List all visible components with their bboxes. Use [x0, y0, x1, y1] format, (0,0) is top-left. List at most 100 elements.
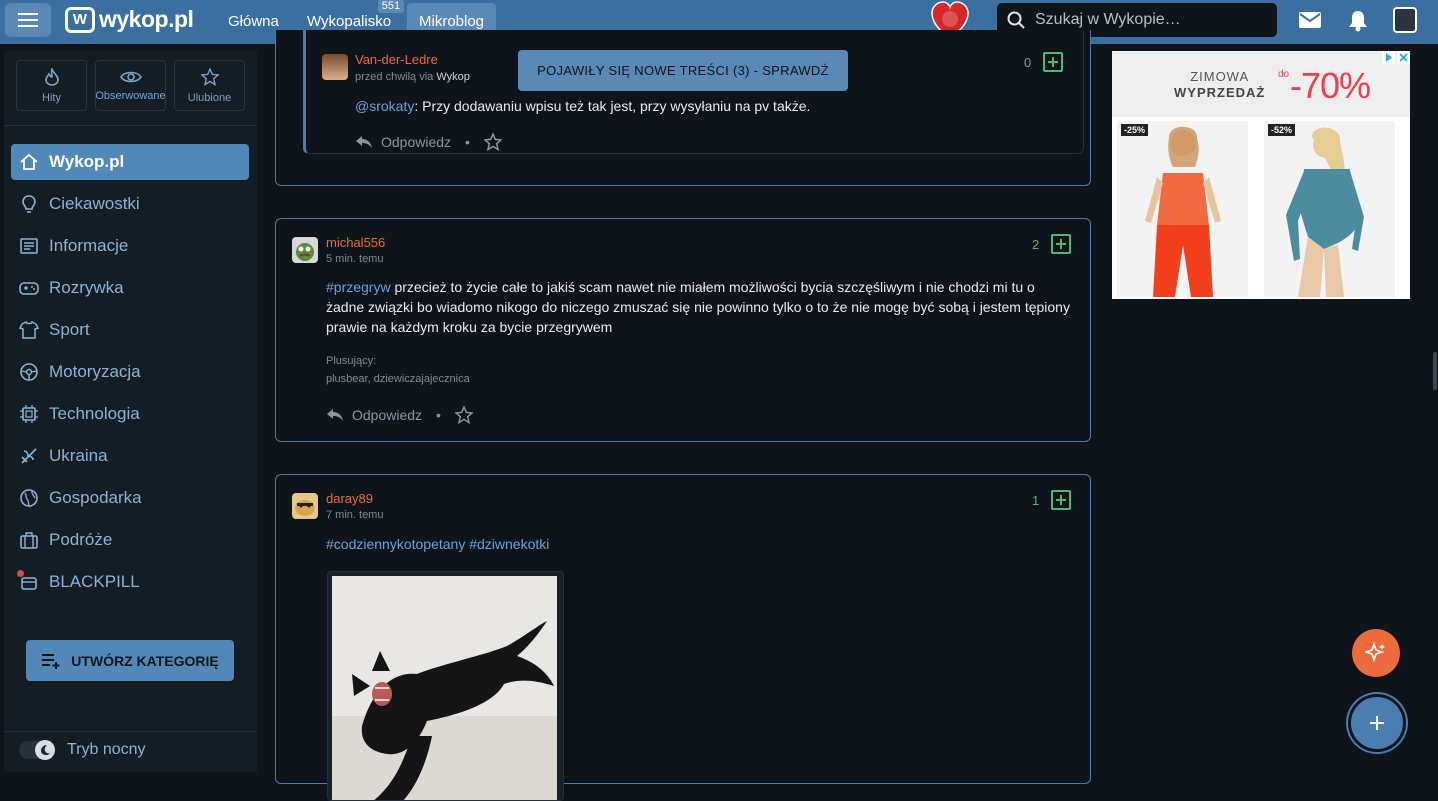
- entry-meta: przed chwilą via Wykop: [355, 71, 470, 83]
- reply-comment: Van-der-Ledre przed chwilą via Wykop 0 @…: [303, 30, 1084, 154]
- toggle-switch[interactable]: [19, 740, 55, 760]
- chip-icon: [20, 405, 38, 423]
- quick-tabs: Hity Obserwowane Ulubione: [16, 60, 245, 111]
- sidebar-item-label: BLACKPILL: [49, 572, 140, 591]
- bell-icon[interactable]: [1348, 10, 1368, 32]
- star-icon: [200, 67, 219, 86]
- sparkle-icon: [1365, 642, 1385, 663]
- logo-text: wykop.pl: [99, 6, 194, 32]
- notification-dot: [17, 570, 24, 577]
- new-content-banner[interactable]: POJAWIŁY SIĘ NOWE TREŚCI (3) - SPRAWDŹ: [518, 50, 848, 91]
- entry-body: @srokaty: Przy dodawaniu wpisu też tak j…: [355, 96, 1075, 116]
- ad-product-photo[interactable]: -52%: [1264, 121, 1395, 297]
- entry-time: przed chwilą: [355, 71, 417, 83]
- sidebar-item-rozrywka[interactable]: Rozrywka: [11, 270, 249, 306]
- author-name[interactable]: michal556: [326, 235, 385, 250]
- entry-body: #przegryw przecież to życie całe to jaki…: [326, 277, 1074, 337]
- via-prefix: via: [419, 71, 434, 83]
- hashtag[interactable]: #codziennykotopetany: [326, 536, 465, 552]
- ad-product-photo[interactable]: -25%: [1117, 121, 1248, 297]
- sidebar-item-label: Technologia: [49, 404, 140, 423]
- newspaper-icon: [20, 238, 38, 254]
- reply-icon[interactable]: [355, 135, 373, 149]
- page-scrollbar[interactable]: [1433, 352, 1437, 390]
- menu-icon: [18, 13, 38, 27]
- ad-line2: WYPRZEDAŻ: [1174, 85, 1266, 100]
- ai-assistant-button[interactable]: [1352, 629, 1400, 677]
- sidebar-item-label: Rozrywka: [49, 278, 124, 297]
- ad-discount: -70%: [1290, 65, 1371, 106]
- sidebar-item-podroze[interactable]: Podróże: [11, 522, 249, 558]
- logo[interactable]: W wykop.pl: [65, 6, 194, 33]
- entry-image[interactable]: [327, 571, 564, 801]
- favorite-star-icon[interactable]: [454, 406, 473, 424]
- tab-ulubione[interactable]: Ulubione: [174, 60, 245, 111]
- sidebar-item-label: Podróże: [49, 530, 113, 549]
- night-mode-toggle[interactable]: Tryb nocny: [19, 740, 146, 760]
- reply-button[interactable]: Odpowiedz: [381, 134, 451, 150]
- home-icon: [20, 153, 38, 170]
- tab-label: Obserwowane: [95, 89, 166, 102]
- sidebar-item-label: Gospodarka: [49, 488, 142, 507]
- user-avatar[interactable]: [1393, 7, 1417, 33]
- plus-button[interactable]: [1051, 234, 1072, 254]
- eye-icon: [119, 71, 142, 82]
- sidebar-item-gospodarka[interactable]: Gospodarka: [11, 480, 249, 516]
- search-icon: [1007, 11, 1025, 29]
- plus-button[interactable]: [1051, 490, 1072, 510]
- add-list-icon: [42, 653, 60, 669]
- plusers-label: Plusujący:: [326, 355, 377, 367]
- menu-button[interactable]: [5, 3, 51, 37]
- ad-info-icon[interactable]: [1382, 51, 1395, 64]
- ad-discount-badge: -25%: [1121, 124, 1149, 136]
- entry-actions: Odpowiedz •: [326, 406, 473, 424]
- tab-hity[interactable]: Hity: [16, 60, 87, 111]
- sidebar-item-blackpill[interactable]: BLACKPILL: [11, 564, 249, 600]
- suitcase-icon: [20, 532, 38, 549]
- reply-button[interactable]: Odpowiedz: [352, 407, 422, 423]
- advertisement[interactable]: ZIMOWA WYPRZEDAŻ do -70% -25% -52%: [1112, 51, 1410, 299]
- author-name[interactable]: Van-der-Ledre: [355, 52, 438, 67]
- search-input[interactable]: [1033, 10, 1263, 30]
- ad-choices[interactable]: [1382, 51, 1410, 65]
- avatar[interactable]: [292, 237, 318, 263]
- sidebar-item-motoryzacja[interactable]: Motoryzacja: [11, 354, 249, 390]
- ad-header: ZIMOWA WYPRZEDAŻ do -70%: [1112, 51, 1410, 117]
- user-mention[interactable]: @srokaty: [355, 98, 414, 114]
- via-source[interactable]: Wykop: [436, 71, 470, 83]
- plusers-list[interactable]: plusbear, dziewiczajajecznica: [326, 373, 470, 385]
- plus-icon: [1370, 716, 1384, 730]
- sidebar-item-label: Motoryzacja: [49, 362, 141, 381]
- hashtag[interactable]: #przegryw: [326, 279, 391, 295]
- sidebar-item-ukraina[interactable]: Ukraina: [11, 438, 249, 474]
- author-name[interactable]: daray89: [326, 491, 373, 506]
- tab-obserwowane[interactable]: Obserwowane: [95, 60, 166, 111]
- entry-time: 5 min. temu: [326, 253, 384, 265]
- add-entry-button[interactable]: [1348, 694, 1406, 752]
- ad-line1: ZIMOWA: [1190, 69, 1250, 84]
- reply-icon[interactable]: [326, 408, 344, 422]
- hashtag[interactable]: #dziwnekotki: [469, 536, 549, 552]
- vote-box: 1: [1032, 490, 1072, 510]
- ad-discount-badge: -52%: [1268, 124, 1296, 136]
- plus-button[interactable]: [1043, 52, 1064, 72]
- avatar[interactable]: [322, 54, 348, 80]
- avatar[interactable]: [292, 493, 318, 519]
- entry-body: #codziennykotopetany #dziwnekotki: [326, 534, 1074, 554]
- divider: [4, 125, 257, 126]
- favorite-star-icon[interactable]: [483, 133, 502, 151]
- tab-label: Hity: [42, 91, 61, 104]
- sidebar-item-ciekawostki[interactable]: Ciekawostki: [11, 186, 249, 222]
- flame-icon: [44, 67, 59, 86]
- night-mode-label: Tryb nocny: [67, 741, 146, 758]
- sidebar-item-technologia[interactable]: Technologia: [11, 396, 249, 432]
- mail-icon[interactable]: [1299, 12, 1321, 28]
- sidebar-item-sport[interactable]: Sport: [11, 312, 249, 348]
- entry-card: daray89 7 min. temu 1 #codziennykotopeta…: [275, 474, 1091, 801]
- sidebar-item-informacje[interactable]: Informacje: [11, 228, 249, 264]
- vote-box: 0: [1024, 52, 1064, 72]
- create-category-button[interactable]: UTWÓRZ KATEGORIĘ: [26, 640, 234, 681]
- sidebar-item-wykop[interactable]: Wykop.pl: [11, 144, 249, 180]
- close-icon[interactable]: [1397, 51, 1410, 64]
- category-list: Wykop.pl Ciekawostki Informacje Rozrywka…: [11, 144, 249, 606]
